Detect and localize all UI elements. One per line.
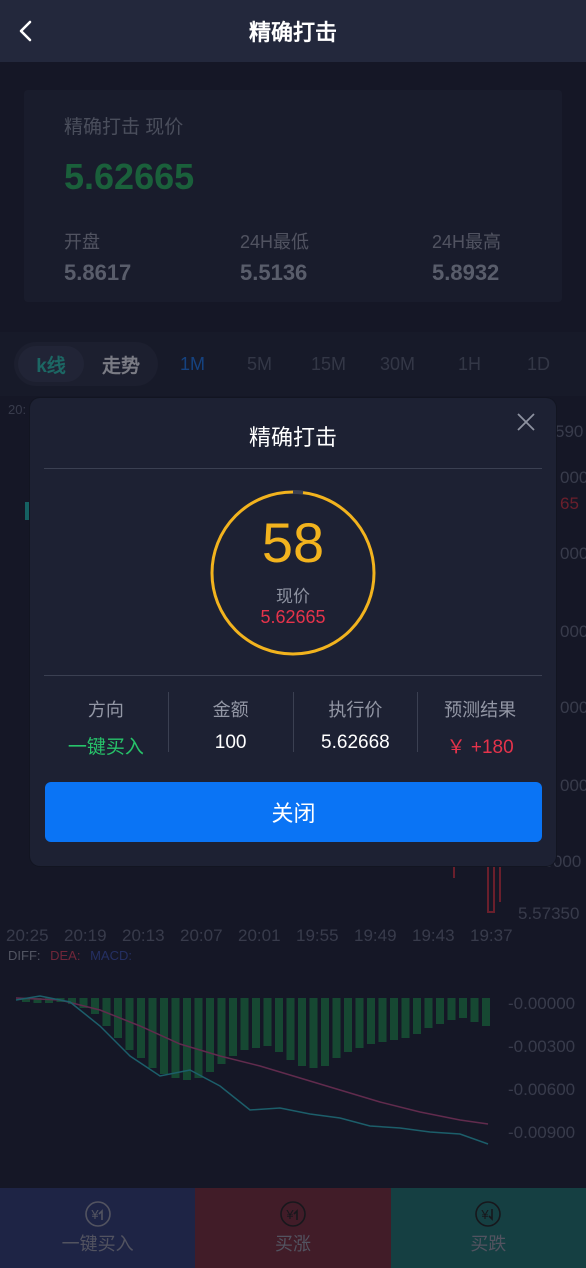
- execution-price-column: 执行价 5.62668: [294, 692, 419, 753]
- execution-price-label: 执行价: [328, 700, 383, 720]
- execution-price-value: 5.62668: [321, 732, 390, 753]
- countdown-ring: 58 现价 5.62665: [210, 489, 376, 656]
- top-navigation-bar: 精确打击: [0, 0, 586, 62]
- modal-title: 精确打击: [248, 425, 337, 450]
- modal-divider-mid: [44, 675, 542, 676]
- direction-column: 方向 一键买入: [44, 692, 169, 758]
- order-result-modal: 精确打击 58 现价 5.62665 方向 一键买入 金额 100 执行价 5.…: [30, 398, 556, 866]
- amount-value: 100: [214, 732, 247, 753]
- order-details: 方向 一键买入 金额 100 执行价 5.62668 预测结果 ￥ +180: [44, 692, 542, 758]
- back-arrow-icon[interactable]: [14, 18, 40, 44]
- amount-column: 金额 100: [169, 692, 294, 753]
- direction-label: 方向: [87, 700, 124, 720]
- direction-value: 一键买入: [67, 737, 144, 758]
- countdown-value: 58: [261, 511, 325, 574]
- page-title: 精确打击: [248, 20, 337, 45]
- close-icon[interactable]: [514, 410, 538, 434]
- app-root: 精确打击 精确打击 现价 5.62665 开盘 5.8617 24H最低 5.5…: [0, 0, 586, 1268]
- forecast-label: 预测结果: [444, 700, 517, 720]
- amount-label: 金额: [212, 700, 249, 720]
- modal-current-price-label: 现价: [276, 587, 310, 606]
- close-button[interactable]: 关闭: [45, 782, 542, 842]
- modal-current-price-value: 5.62665: [260, 607, 326, 627]
- forecast-column: 预测结果 ￥ +180: [418, 692, 542, 758]
- forecast-value: ￥ +180: [446, 737, 514, 758]
- modal-divider-top: [44, 468, 542, 469]
